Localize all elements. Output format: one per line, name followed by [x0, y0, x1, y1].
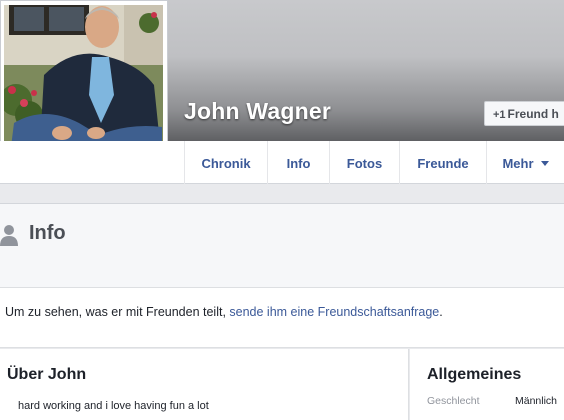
notice-suffix: .: [439, 305, 443, 319]
tab-mehr[interactable]: Mehr: [486, 141, 564, 184]
notice-text: Um zu sehen, was er mit Freunden teilt, …: [5, 305, 443, 319]
gender-value: Männlich: [515, 395, 558, 407]
profile-photo-image: [4, 5, 163, 163]
tab-chronik[interactable]: Chronik: [184, 141, 267, 184]
nav-left-spacer: [0, 141, 184, 184]
about-title: Über John: [7, 366, 87, 383]
tab-label: Freunde: [417, 156, 469, 171]
profile-page: John Wagner +1 Freund h Chronik Info Foto…: [0, 0, 564, 420]
tab-fotos[interactable]: Fotos: [329, 141, 399, 184]
profile-picture[interactable]: [4, 5, 163, 163]
tab-freunde[interactable]: Freunde: [399, 141, 486, 184]
friend-request-link[interactable]: sende ihm eine Freundschaftsanfrage: [229, 305, 439, 319]
person-icon: [0, 225, 18, 246]
general-title: Allgemeines: [427, 366, 522, 383]
chevron-down-icon: [540, 161, 549, 166]
add-friend-label: Freund h: [507, 107, 559, 121]
about-text: hard working and i love having fun a lot: [18, 400, 209, 412]
tab-info[interactable]: Info: [267, 141, 329, 184]
privacy-notice: Um zu sehen, was er mit Freunden teilt, …: [0, 288, 564, 348]
add-friend-icon: +1: [493, 109, 506, 121]
about-section: Über John hard working and i love having…: [0, 349, 409, 420]
tab-label: Info: [286, 156, 311, 171]
tab-label: Fotos: [346, 156, 383, 171]
general-section: Allgemeines Geschlecht Männlich: [410, 349, 564, 420]
tab-label: Chronik: [201, 156, 251, 171]
gender-label: Geschlecht: [427, 395, 480, 407]
add-friend-button[interactable]: +1 Freund h: [484, 101, 564, 126]
info-header-panel: Info: [0, 203, 564, 288]
profile-name[interactable]: John Wagner: [184, 98, 331, 125]
profile-nav-tabs: Chronik Info Fotos Freunde Mehr: [184, 141, 564, 184]
tab-label: Mehr: [502, 156, 534, 171]
notice-prefix: Um zu sehen, was er mit Freunden teilt,: [5, 305, 230, 319]
info-title: Info: [29, 222, 66, 244]
